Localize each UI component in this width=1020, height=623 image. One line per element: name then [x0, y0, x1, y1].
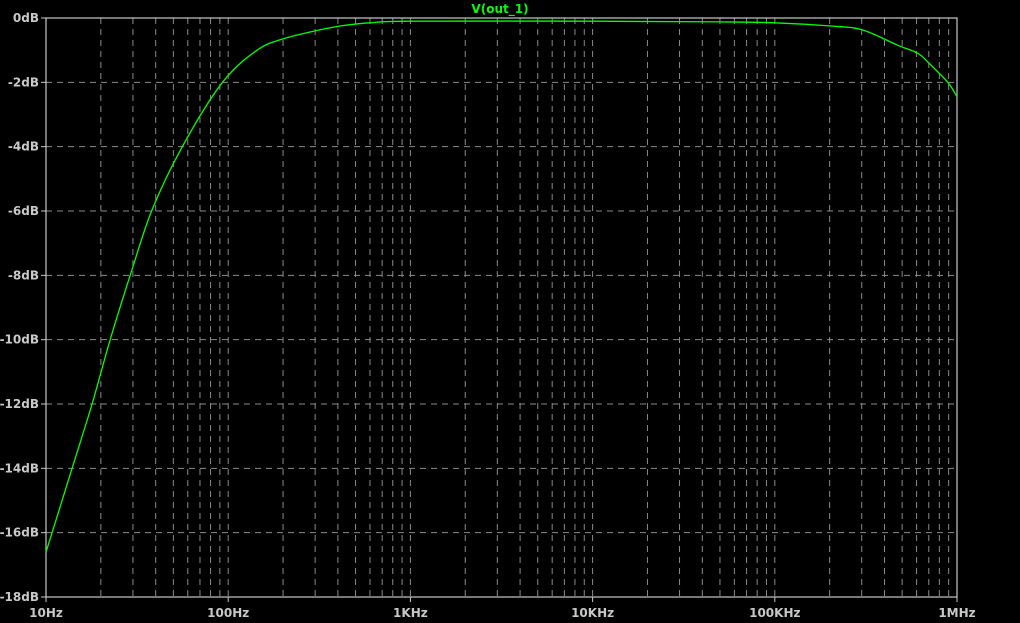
y-tick-label: -14dB: [0, 461, 39, 475]
x-tick-label: 1KHz: [393, 606, 428, 620]
y-tick-label: -6dB: [8, 204, 39, 218]
x-tick-label: 1MHz: [938, 606, 975, 620]
y-tick-label: -10dB: [0, 333, 39, 347]
bode-plot: 0dB -2dB -4dB -6dB -8dB -10dB -12dB -14dB -16dB -…: [0, 0, 1020, 623]
y-tick-label: 0dB: [13, 11, 39, 25]
trace-title[interactable]: V(out_1): [471, 2, 528, 17]
x-tick-label: 100Hz: [207, 606, 249, 620]
plot-background: [0, 0, 1020, 623]
y-tick-label: -8dB: [8, 268, 39, 282]
y-tick-label: -4dB: [8, 140, 39, 154]
y-tick-label: -2dB: [8, 75, 39, 89]
y-tick-label: -16dB: [0, 526, 39, 540]
x-tick-label: 10Hz: [29, 606, 63, 620]
y-tick-label: -12dB: [0, 397, 39, 411]
x-tick-label: 10KHz: [571, 606, 614, 620]
y-tick-label: -18dB: [0, 590, 39, 604]
x-tick-label: 100KHz: [749, 606, 800, 620]
